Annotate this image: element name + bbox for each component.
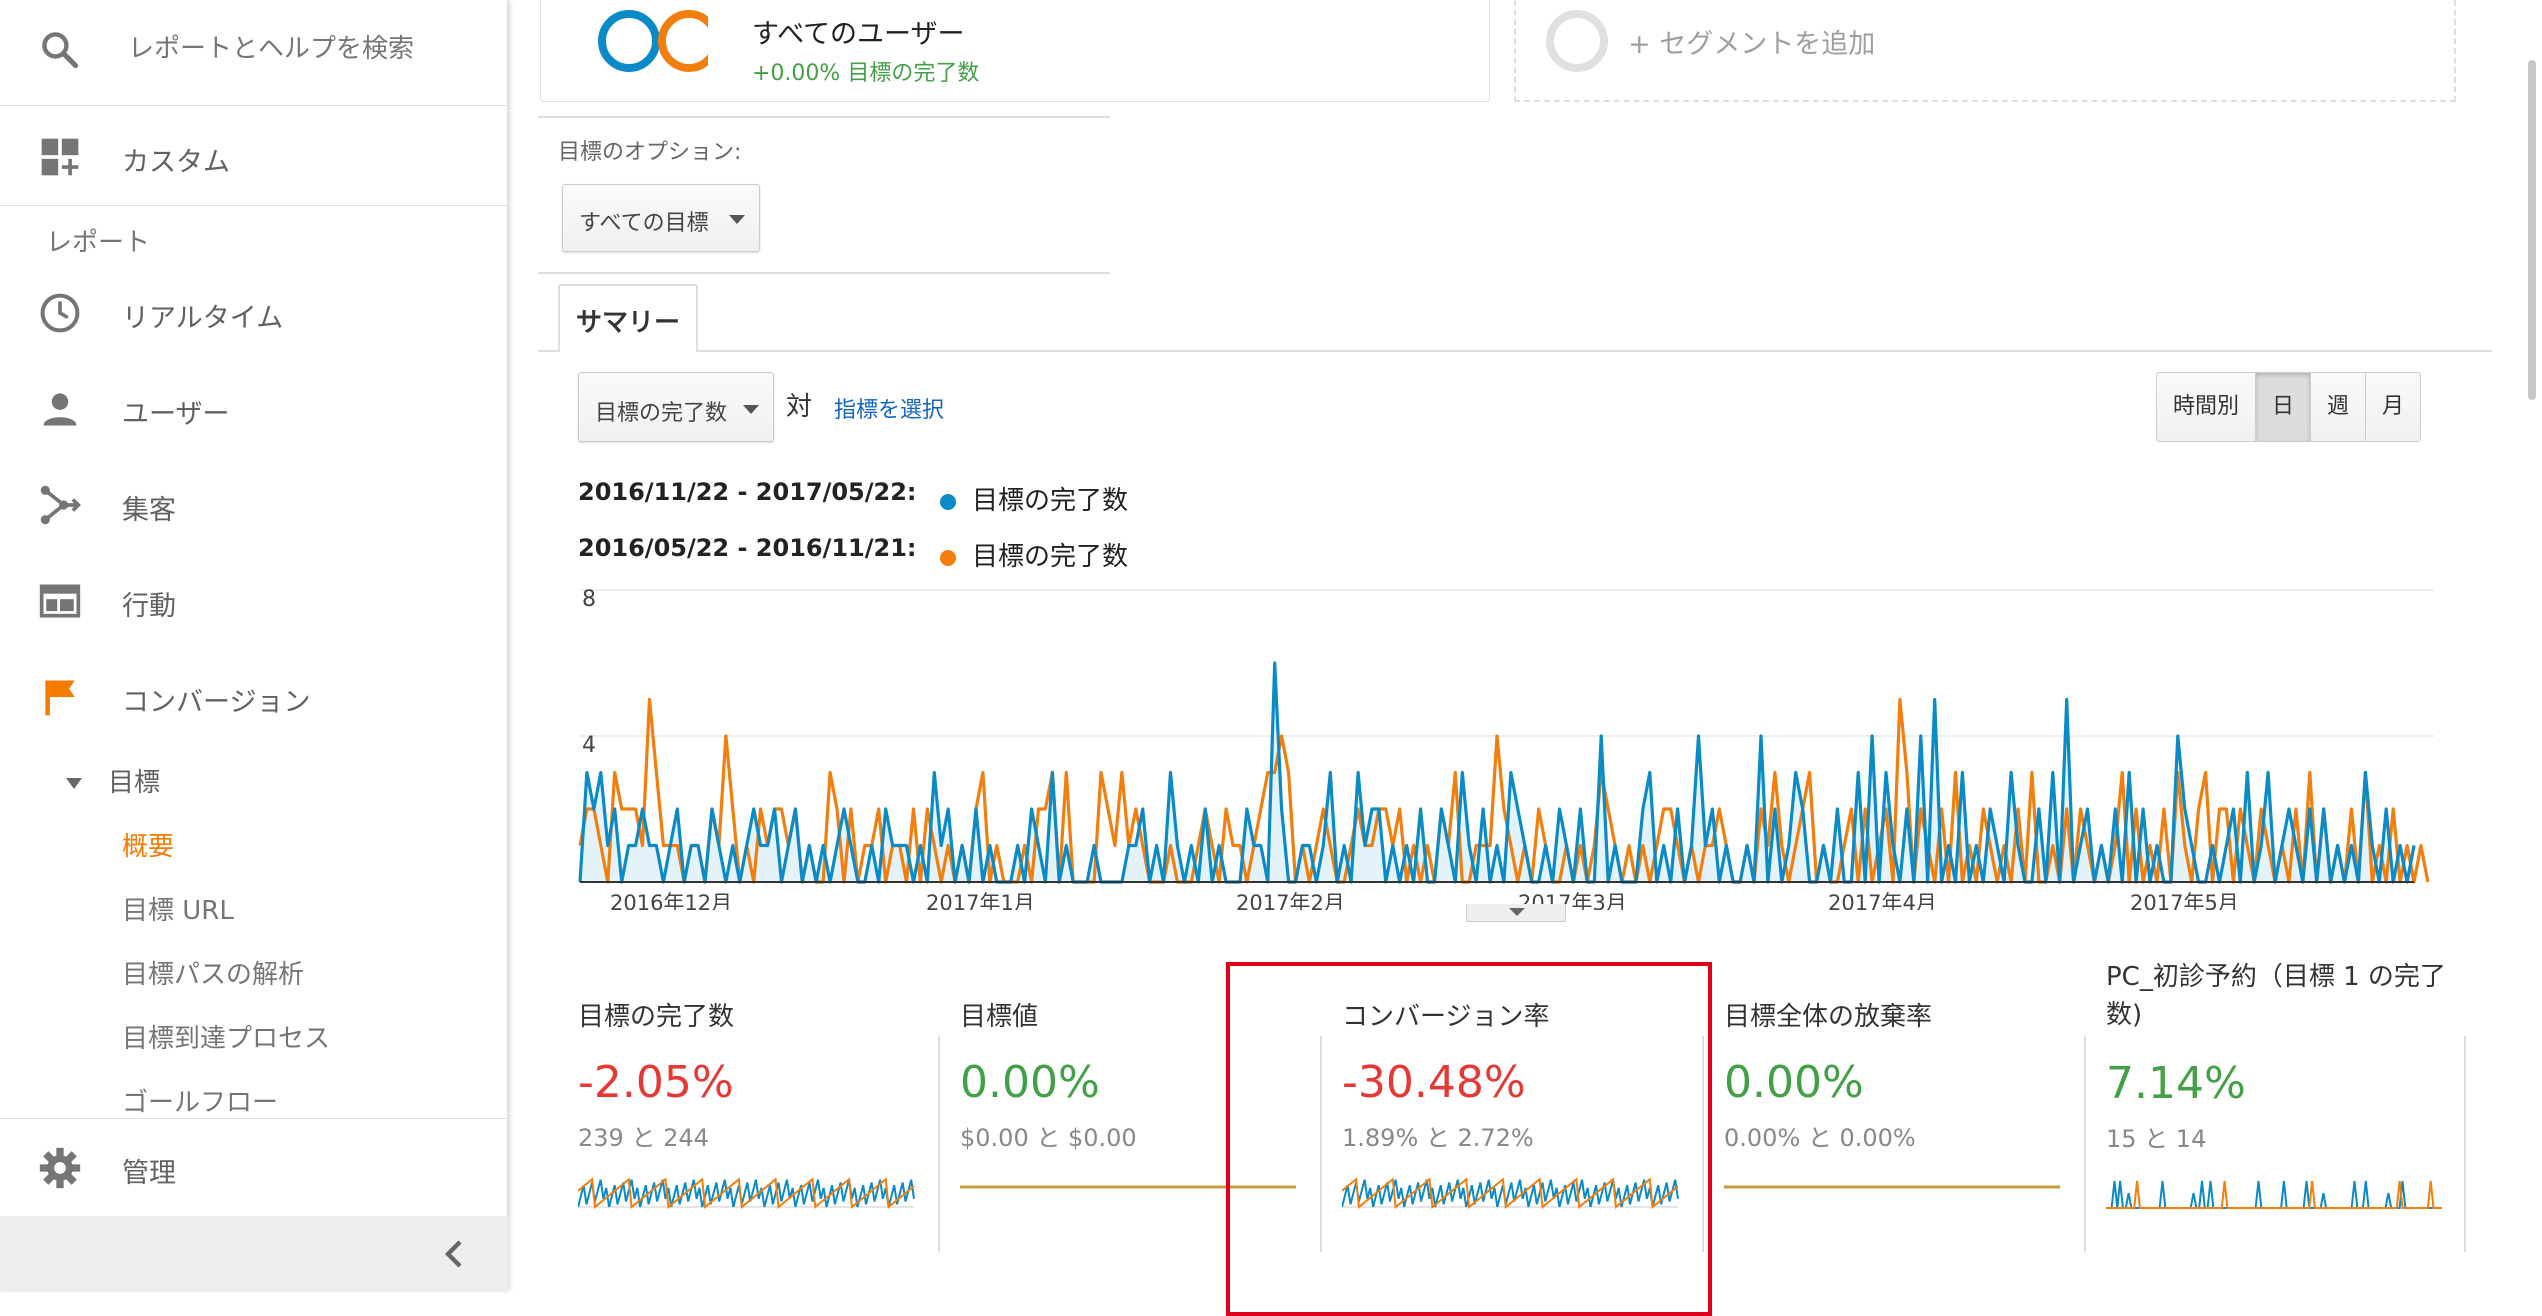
reports-section-label: レポート <box>46 228 151 258</box>
scorecard-divider <box>938 1036 940 1252</box>
scorecard-divider <box>2084 1036 2086 1252</box>
goal-options-value: すべての目標 <box>579 211 709 236</box>
legend-series-2: 目標の完了数 <box>940 536 1128 573</box>
sidebar-item-label: リアルタイム <box>122 303 284 334</box>
goal-options-select[interactable]: すべての目標 <box>562 184 760 252</box>
expand-triangle-icon <box>66 778 82 789</box>
scorecard[interactable]: 目標の完了数 -2.05% 239 と 244 <box>577 996 938 1215</box>
metric-select-value: 目標の完了数 <box>595 401 728 426</box>
goal-options-label: 目標のオプション: <box>558 140 742 165</box>
x-tick-label: 2016年12月 <box>610 891 732 910</box>
sidebar-item-realtime[interactable]: リアルタイム <box>0 268 508 358</box>
sidebar-subitem-goal-flow[interactable]: ゴールフロー <box>122 1082 278 1119</box>
sidebar-item-goals[interactable]: 目標 <box>66 762 160 799</box>
metric-select[interactable]: 目標の完了数 <box>578 372 774 442</box>
scorecard-sparkline <box>2106 1180 2442 1209</box>
add-segment-label[interactable]: + セグメントを追加 <box>1628 22 1875 61</box>
sidebar-collapse-bar[interactable] <box>0 1216 508 1292</box>
time-hourly-button[interactable]: 時間別 <box>2157 373 2257 441</box>
sidebar-item-label: 目標 <box>108 768 161 798</box>
empty-segment-icon <box>1546 10 1608 72</box>
segment-subtitle: +0.00% 目標の完了数 <box>752 61 980 86</box>
scorecard[interactable]: 目標全体の放棄率 0.00% 0.00% と 0.00% <box>1724 996 2084 1215</box>
x-tick-label: 2017年2月 <box>1236 891 1345 910</box>
caret-down-icon <box>743 405 759 414</box>
sidebar-item-label: 集客 <box>122 495 176 526</box>
flag-icon <box>45 680 75 716</box>
scorecard-comparison: 0.00% と 0.00% <box>1724 1124 1916 1152</box>
sidebar-item-label: 管理 <box>122 1158 176 1189</box>
legend-range-1: 2016/11/22 - 2017/05/22: <box>578 478 917 506</box>
sidebar-subitem-reverse-path[interactable]: 目標パスの解析 <box>122 954 304 991</box>
search-row[interactable]: レポートとヘルプを検索 <box>0 0 508 106</box>
sidebar-subitem-overview[interactable]: 概要 <box>122 826 174 863</box>
sidebar-item-behavior[interactable]: 行動 <box>0 556 508 646</box>
conversion-rate-highlight <box>1226 962 1712 1316</box>
search-icon <box>42 32 79 69</box>
sidebar-item-label: コンバージョン <box>122 687 311 718</box>
sidebar-item-users[interactable]: ユーザー <box>0 364 508 454</box>
legend-series-1-label: 目標の完了数 <box>972 486 1129 516</box>
sidebar: レポートとヘルプを検索 カスタム レポート リアルタイム ユーザー 集客 行動 … <box>0 0 508 1292</box>
scorecard-value: 0.00% <box>1724 1057 1864 1108</box>
app-root: レポートとヘルプを検索 カスタム レポート リアルタイム ユーザー 集客 行動 … <box>0 0 2542 1316</box>
sidebar-item-conversions[interactable]: コンバージョン <box>0 652 508 742</box>
time-week-button[interactable]: 週 <box>2311 373 2367 441</box>
scrollbar[interactable] <box>2528 60 2536 400</box>
tab-baseline <box>538 350 2492 352</box>
y-tick-label: 8 <box>582 587 596 612</box>
scorecard-title: 目標全体の放棄率 <box>1724 1002 1933 1032</box>
legend-series-2-label: 目標の完了数 <box>972 542 1129 572</box>
time-month-button[interactable]: 月 <box>2366 373 2421 441</box>
segment-title: すべてのユーザー <box>752 19 965 50</box>
time-day-button[interactable]: 日 <box>2256 373 2312 441</box>
chevron-left-icon[interactable] <box>440 1238 468 1270</box>
scorecard-sparkline <box>1724 1185 2060 1189</box>
legend-dot-blue <box>940 493 956 510</box>
legend-dot-orange <box>940 549 956 566</box>
scorecard[interactable]: PC_初診予約（目標 1 の完了数) 7.14% 15 と 14 <box>2106 962 2466 1216</box>
scorecard-divider <box>2464 1036 2466 1252</box>
x-tick-label: 2017年5月 <box>2130 891 2239 910</box>
series-2-line <box>578 697 2430 884</box>
person-icon <box>43 393 77 426</box>
sidebar-item-label: 行動 <box>122 591 176 622</box>
clock-icon <box>40 293 80 333</box>
main-line-chart[interactable]: 842016年12月 2017年1月 2017年2月 2017年3月 2017年4月 20… <box>560 570 2460 910</box>
segment-donut-icon <box>598 10 708 72</box>
scorecard-sparkline <box>577 1177 915 1209</box>
legend-range-2: 2016/05/22 - 2016/11/21: <box>578 534 917 562</box>
acquisition-icon <box>40 485 81 525</box>
y-tick-label: 4 <box>582 733 596 758</box>
tab-label: サマリー <box>576 308 681 338</box>
sidebar-subitem-funnel[interactable]: 目標到達プロセス <box>122 1018 330 1055</box>
scorecard-comparison: 15 と 14 <box>2106 1125 2207 1153</box>
time-granularity-group: 時間別 日 週 月 <box>2156 372 2422 442</box>
legend-series-1: 目標の完了数 <box>940 480 1128 517</box>
scorecard-title: 目標の完了数 <box>578 1002 735 1032</box>
scorecard-title: PC_初診予約（目標 1 の完了数) <box>2106 962 2446 1030</box>
divider <box>538 272 1110 274</box>
sidebar-item-label: ユーザー <box>122 399 230 430</box>
scorecard-value: -2.05% <box>578 1057 734 1108</box>
scorecard-comparison: 239 と 244 <box>578 1124 709 1152</box>
versus-label: 対 <box>786 392 813 422</box>
behavior-icon <box>39 584 81 618</box>
tab-summary[interactable]: サマリー <box>558 284 698 352</box>
caret-down-icon <box>729 215 745 224</box>
dashboard-icon <box>41 138 79 176</box>
sidebar-item-admin[interactable]: 管理 <box>0 1118 508 1216</box>
sidebar-item-acquisition[interactable]: 集客 <box>0 460 508 550</box>
scorecard-value: 7.14% <box>2106 1058 2246 1109</box>
chart-resize-handle[interactable] <box>1466 904 1566 922</box>
sidebar-item-label: カスタム <box>122 147 230 178</box>
select-metric-link[interactable]: 指標を選択 <box>834 392 944 424</box>
sidebar-subitem-goal-url[interactable]: 目標 URL <box>122 890 234 927</box>
divider <box>538 116 1110 118</box>
search-label: レポートとヘルプを検索 <box>128 34 415 64</box>
sidebar-item-custom[interactable]: カスタム <box>0 112 508 206</box>
x-tick-label: 2017年4月 <box>1828 891 1937 910</box>
x-tick-label: 2017年1月 <box>926 891 1035 910</box>
gear-icon <box>39 1147 81 1189</box>
